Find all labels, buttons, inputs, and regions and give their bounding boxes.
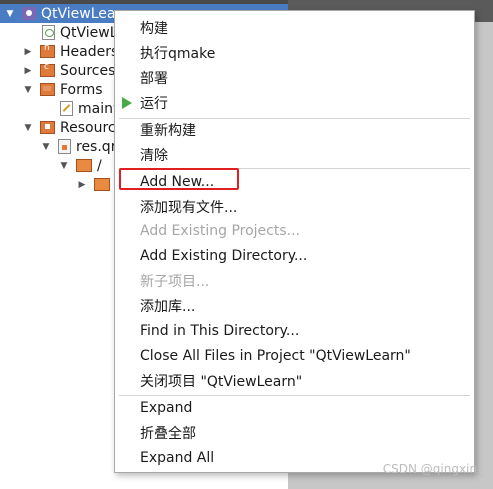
expand-down-icon[interactable]: ▼ [22, 85, 34, 95]
menu-item-expand[interactable]: Expand [140, 397, 192, 419]
run-icon [122, 97, 132, 109]
tree-item-label: Headers [60, 43, 119, 60]
sources-folder-icon [40, 62, 55, 77]
tree-item-subfolder[interactable]: ▶ [76, 175, 115, 194]
expand-right-icon[interactable]: ▶ [22, 66, 34, 76]
menu-item-rebuild[interactable]: 重新构建 [140, 119, 196, 141]
watermark: CSDN @qingxin_ [382, 462, 483, 476]
tree-item-label: Forms [60, 81, 103, 98]
tree-item-qrc[interactable]: ▼ res.qrc [40, 137, 124, 156]
menu-separator [119, 395, 470, 396]
tree-item-sources[interactable]: ▶ Sources [22, 61, 116, 80]
menu-item-collapse-all[interactable]: 折叠全部 [140, 422, 196, 444]
expand-down-icon[interactable]: ▼ [22, 123, 34, 133]
menu-item-add-existing-files[interactable]: 添加现有文件... [140, 196, 237, 218]
tree-item-label: Sources [60, 62, 116, 79]
menu-item-run[interactable]: 运行 [140, 92, 168, 114]
menu-item-find-in-directory[interactable]: Find in This Directory... [140, 320, 299, 342]
menu-item-run-qmake[interactable]: 执行qmake [140, 42, 215, 64]
menu-item-close-project[interactable]: 关闭项目 "QtViewLearn" [140, 370, 302, 392]
menu-item-add-existing-projects: Add Existing Projects... [140, 223, 301, 239]
context-menu: 构建 执行qmake 部署 运行 重新构建 清除 Add New... 添加现有… [114, 10, 475, 473]
tree-item-label: / [97, 157, 102, 174]
menu-item-build[interactable]: 构建 [140, 17, 168, 39]
expand-right-icon[interactable]: ▶ [76, 180, 88, 190]
menu-item-clean[interactable]: 清除 [140, 144, 168, 166]
menu-item-expand-all[interactable]: Expand All [140, 447, 214, 469]
menu-item-add-library[interactable]: 添加库... [140, 295, 195, 317]
tree-item-forms[interactable]: ▼ Forms [22, 80, 103, 99]
ui-file-icon [60, 101, 73, 116]
menu-item-close-all-files[interactable]: Close All Files in Project "QtViewLearn" [140, 345, 411, 367]
pro-file-icon [42, 25, 55, 40]
folder-icon [94, 178, 110, 191]
annotation-highlight-box [119, 168, 239, 190]
expand-down-icon[interactable]: ▼ [40, 142, 52, 152]
headers-folder-icon [40, 43, 55, 58]
folder-icon [76, 159, 92, 172]
tree-item-headers[interactable]: ▶ Headers [22, 42, 119, 61]
project-icon [22, 7, 36, 20]
expand-right-icon[interactable]: ▶ [22, 47, 34, 57]
expand-down-icon[interactable]: ▼ [4, 9, 16, 19]
expand-down-icon[interactable]: ▼ [58, 161, 70, 171]
resources-folder-icon [40, 121, 55, 134]
tree-item-root-prefix[interactable]: ▼ / [58, 156, 102, 175]
menu-item-add-existing-directory[interactable]: Add Existing Directory... [140, 245, 307, 267]
qrc-file-icon [58, 139, 71, 154]
menu-item-new-subproject: 新子项目... [140, 274, 210, 290]
menu-item-deploy[interactable]: 部署 [140, 67, 168, 89]
forms-folder-icon [40, 83, 55, 96]
